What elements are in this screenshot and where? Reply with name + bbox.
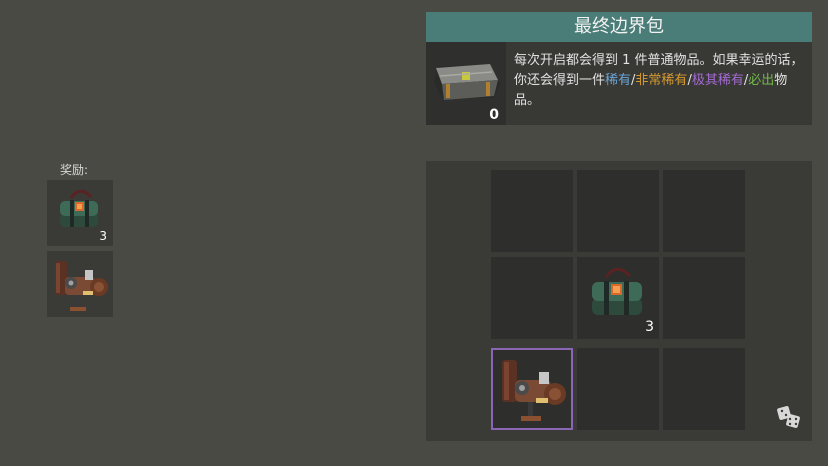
- inventory-cell[interactable]: [663, 257, 745, 339]
- inventory-cell-supply-bag[interactable]: 3: [577, 257, 659, 339]
- randomize-button[interactable]: [776, 404, 802, 430]
- reward-count: 3: [99, 229, 107, 243]
- inventory-cell[interactable]: [577, 170, 659, 252]
- inventory-cell-generator-selected[interactable]: [491, 348, 573, 430]
- item-description: 每次开启都会得到 1 件普通物品。如果幸运的话，你还会得到一件稀有/非常稀有/极…: [514, 51, 806, 111]
- inventory-grid: 3: [426, 161, 812, 441]
- inventory-cell[interactable]: [491, 257, 573, 339]
- rarity-very-rare: 非常稀有: [635, 73, 688, 88]
- generator-machine-icon: [47, 251, 113, 317]
- dice-icon: [776, 404, 802, 430]
- rarity-must-have: 必出: [748, 73, 775, 88]
- chest-count: 0: [489, 107, 499, 123]
- inventory-cell[interactable]: [663, 348, 745, 430]
- item-title: 最终边界包: [426, 12, 812, 42]
- inventory-cell[interactable]: [577, 348, 659, 430]
- rewards-label: 奖励:: [60, 163, 89, 177]
- chest-preview: 0: [426, 42, 506, 125]
- item-count: 3: [645, 319, 654, 335]
- inventory-cell[interactable]: [491, 170, 573, 252]
- generator-machine-icon: [493, 350, 571, 428]
- inventory-cell[interactable]: [663, 170, 745, 252]
- rarity-extremely-rare: 极其稀有: [691, 73, 744, 88]
- reward-slot-supply-bag[interactable]: 3: [47, 180, 113, 246]
- rarity-rare: 稀有: [605, 73, 632, 88]
- reward-slot-generator[interactable]: [47, 251, 113, 317]
- item-info-panel: 最终边界包 0 每次开启都会得到 1 件普通物品。如果幸运的话，你还会得到一件稀…: [426, 12, 812, 125]
